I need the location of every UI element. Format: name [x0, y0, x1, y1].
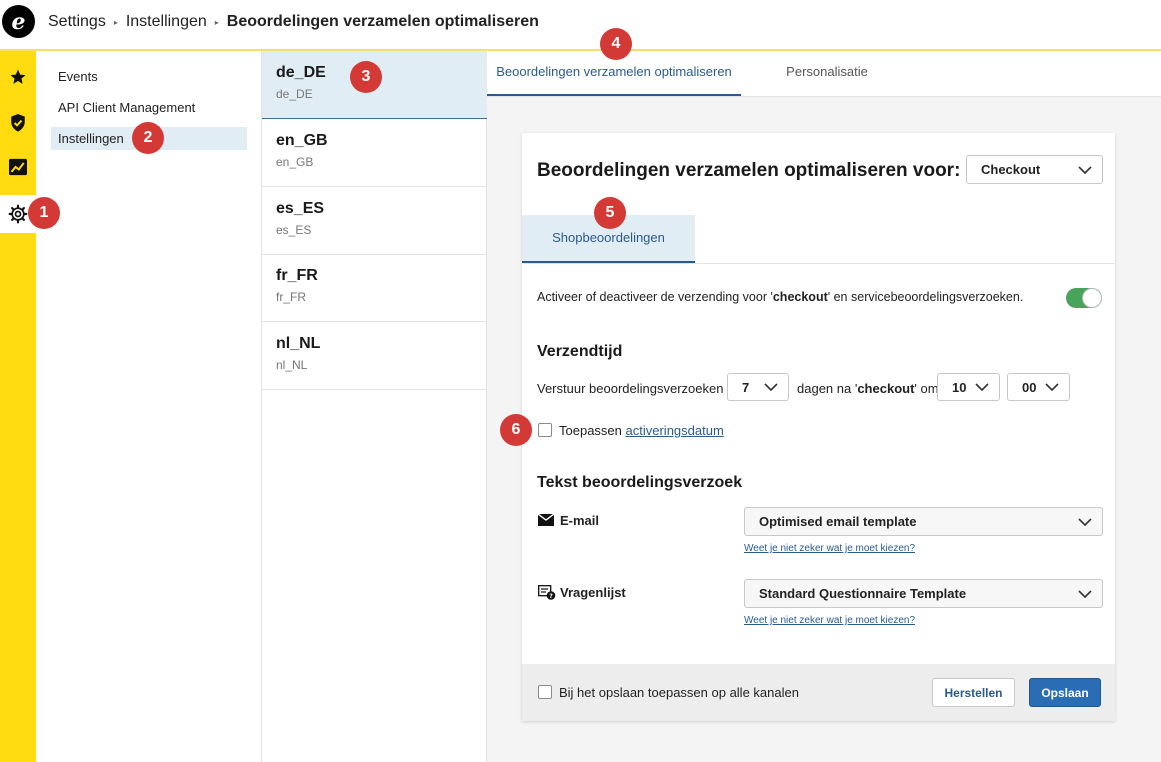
breadcrumb-current: Beoordelingen verzamelen optimaliseren — [226, 13, 539, 30]
locale-item-es-es[interactable]: es_ES es_ES — [262, 187, 487, 255]
chevron-down-icon — [764, 383, 778, 391]
annotation-badge-2: 2 — [132, 122, 164, 154]
rail-trust[interactable] — [0, 105, 36, 141]
star-icon — [10, 69, 26, 84]
hour-select[interactable]: 10 — [937, 373, 1000, 401]
questionnaire-help-link[interactable]: Weet je niet zeker wat je moet kiezen? — [744, 615, 915, 626]
chevron-down-icon — [1078, 589, 1092, 598]
chevron-down-icon — [1078, 165, 1092, 174]
breadcrumb-separator-icon: ▸ — [214, 17, 219, 27]
card-footer: Bij het opslaan toepassen op alle kanale… — [522, 664, 1115, 721]
email-template-value: Optimised email template — [759, 514, 917, 529]
minute-select[interactable]: 00 — [1007, 373, 1070, 401]
trusted-logo[interactable]: e — [2, 5, 35, 38]
svg-text:?: ? — [549, 592, 553, 600]
apply-activation-checkbox[interactable] — [538, 423, 552, 437]
locale-sub: nl_NL — [276, 358, 308, 372]
breadcrumb-settings[interactable]: Settings — [48, 13, 106, 31]
breadcrumb-instellingen[interactable]: Instellingen — [126, 13, 207, 31]
save-button[interactable]: Opslaan — [1029, 678, 1101, 707]
apply-all-channels-label: Bij het opslaan toepassen op alle kanale… — [559, 685, 799, 700]
locale-sub: es_ES — [276, 223, 312, 237]
locale-item-nl-nl[interactable]: nl_NL nl_NL — [262, 322, 487, 390]
locale-code: es_ES — [276, 200, 325, 217]
locale-sub: de_DE — [276, 87, 313, 101]
channel-select-value: Checkout — [981, 162, 1041, 177]
send-time-label: Verstuur beoordelingsverzoeken — [537, 381, 724, 396]
activation-date-link[interactable]: activeringsdatum — [626, 423, 724, 438]
locale-code: nl_NL — [276, 335, 321, 352]
email-label: E-mail — [560, 513, 600, 528]
chevron-down-icon — [975, 383, 989, 391]
chart-trend-icon — [9, 158, 27, 176]
questionnaire-icon: ? — [538, 585, 556, 600]
questionnaire-template-value: Standard Questionnaire Template — [759, 586, 967, 601]
breadcrumb-separator-icon: ▸ — [113, 17, 118, 27]
questionnaire-label: Vragenlijst — [560, 585, 626, 600]
annotation-badge-3: 3 — [350, 61, 382, 93]
rail-reviews[interactable] — [0, 59, 36, 95]
chevron-down-icon — [1078, 517, 1092, 526]
days-select[interactable]: 7 — [727, 373, 789, 401]
locale-sub: en_GB — [276, 155, 314, 169]
sidebar-item-events[interactable]: Events — [51, 65, 247, 88]
locale-list: de_DE de_DE en_GB en_GB es_ES es_ES fr_F… — [262, 51, 487, 762]
shield-check-icon — [11, 114, 25, 132]
main-content: Beoordelingen verzamelen optimaliseren P… — [487, 51, 1161, 762]
main-tabs: Beoordelingen verzamelen optimaliseren P… — [487, 51, 1161, 97]
left-rail — [0, 51, 36, 762]
annotation-badge-1: 1 — [28, 197, 60, 229]
send-time-heading: Verzendtijd — [537, 343, 623, 360]
minute-select-value: 00 — [1022, 379, 1037, 395]
activation-toggle[interactable] — [1066, 288, 1102, 308]
gear-icon — [8, 204, 28, 224]
chevron-down-icon — [1045, 383, 1059, 391]
send-time-mid-label: dagen na 'checkout' om — [797, 381, 939, 396]
apply-all-channels-checkbox[interactable] — [538, 685, 552, 699]
questionnaire-template-select[interactable]: Standard Questionnaire Template — [744, 579, 1103, 608]
locale-code: fr_FR — [276, 267, 318, 284]
annotation-badge-4: 4 — [600, 28, 632, 60]
email-help-link[interactable]: Weet je niet zeker wat je moet kiezen? — [744, 543, 915, 554]
sidebar-item-api-client-management[interactable]: API Client Management — [51, 96, 247, 119]
envelope-icon — [538, 514, 554, 526]
breadcrumb: Settings ▸ Instellingen ▸ Beoordelingen … — [48, 13, 539, 31]
annotation-badge-5: 5 — [594, 197, 626, 229]
locale-item-en-gb[interactable]: en_GB en_GB — [262, 119, 487, 187]
reset-button[interactable]: Herstellen — [932, 678, 1015, 707]
rail-analytics[interactable] — [0, 149, 36, 185]
hour-select-value: 10 — [952, 379, 967, 395]
toggle-knob — [1082, 288, 1102, 308]
apply-activation-label: Toepassen activeringsdatum — [559, 423, 724, 438]
top-header: e Settings ▸ Instellingen ▸ Beoordelinge… — [0, 0, 1161, 51]
email-template-select[interactable]: Optimised email template — [744, 507, 1103, 536]
activation-description: Activeer of deactiveer de verzending voo… — [537, 290, 1024, 304]
locale-code: en_GB — [276, 132, 328, 149]
locale-sub: fr_FR — [276, 290, 306, 304]
card-title: Beoordelingen verzamelen optimaliseren v… — [537, 160, 961, 181]
request-text-heading: Tekst beoordelingsverzoek — [537, 474, 743, 491]
days-select-value: 7 — [742, 379, 750, 395]
annotation-badge-6: 6 — [500, 414, 532, 446]
settings-sidebar: Events API Client Management Instellinge… — [36, 51, 262, 762]
channel-select[interactable]: Checkout — [966, 155, 1103, 184]
tab-personalisatie[interactable]: Personalisatie — [741, 51, 913, 96]
locale-item-fr-fr[interactable]: fr_FR fr_FR — [262, 254, 487, 322]
